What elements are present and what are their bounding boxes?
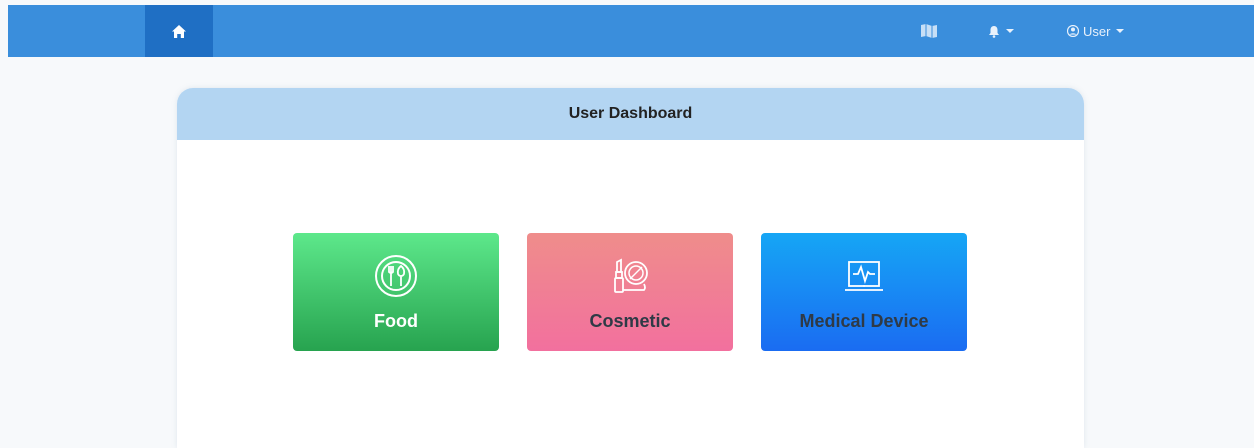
page-title: User Dashboard [568, 105, 693, 122]
tile-label: Food [374, 311, 418, 331]
lipstick-icon [607, 253, 653, 299]
home-button[interactable] [145, 5, 213, 57]
user-circle-icon [1067, 25, 1079, 37]
map-book-button[interactable] [920, 5, 938, 57]
bell-icon [989, 25, 999, 38]
user-menu-dropdown[interactable]: User [1067, 5, 1125, 57]
dashboard-header: User Dashboard [177, 88, 1084, 140]
food-tile[interactable]: Food [293, 233, 499, 351]
home-icon [172, 24, 186, 38]
notifications-dropdown[interactable] [988, 5, 1014, 57]
chevron-down-icon [1006, 29, 1014, 33]
tile-label: Cosmetic [589, 311, 671, 331]
user-menu-label: User [1083, 23, 1111, 39]
tile-label: Medical Device [799, 311, 929, 331]
chevron-down-icon [1116, 29, 1125, 33]
map-book-icon [921, 24, 937, 38]
dashboard-card: User Dashboard Food Cosmetic Medical Dev… [177, 88, 1084, 448]
heart-monitor-icon [841, 253, 887, 299]
utensils-icon [373, 253, 419, 299]
cosmetic-tile[interactable]: Cosmetic [527, 233, 733, 351]
top-navbar: User [8, 5, 1254, 57]
medical-device-tile[interactable]: Medical Device [761, 233, 967, 351]
